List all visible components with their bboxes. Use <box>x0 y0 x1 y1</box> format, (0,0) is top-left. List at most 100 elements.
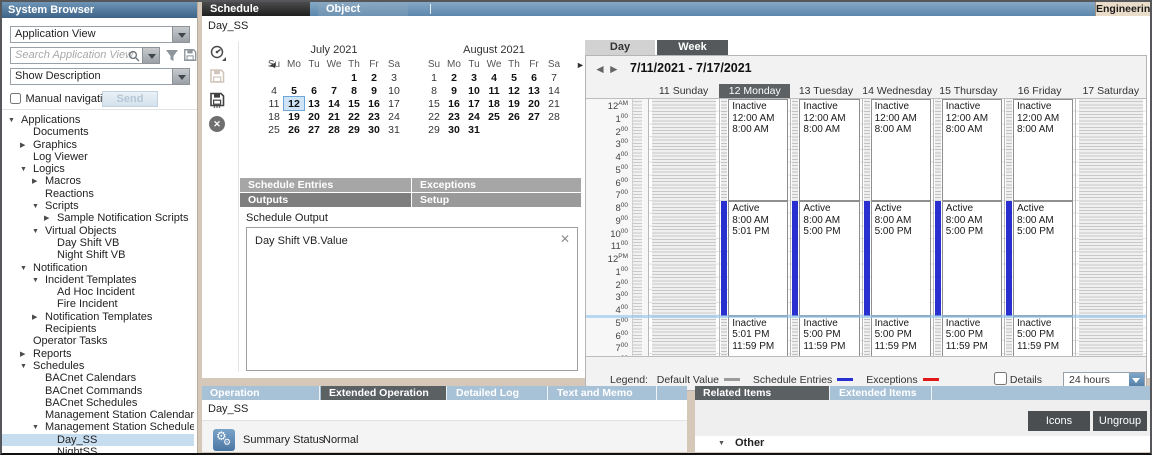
tab-outputs[interactable]: Outputs <box>240 193 411 207</box>
search-input[interactable]: Search Application View <box>10 47 143 64</box>
calendar-day[interactable]: 12 <box>284 97 304 110</box>
calendar-day[interactable]: 31 <box>464 123 484 136</box>
calendar-day[interactable]: 18 <box>264 110 284 123</box>
discard-icon[interactable]: ✕ <box>209 116 229 136</box>
description-select-arrow-icon[interactable] <box>172 68 190 85</box>
time-scale-arrow-icon[interactable] <box>1129 373 1144 387</box>
tree-item-bacnet-calendars[interactable]: BACnet Calendars <box>2 372 194 384</box>
calendar-day[interactable]: 29 <box>344 123 364 136</box>
calendar-day[interactable]: 14 <box>324 97 344 110</box>
tab-exceptions[interactable]: Exceptions <box>412 178 581 192</box>
tab-extended-items[interactable]: Extended Items <box>831 386 932 400</box>
calendar-day[interactable]: 3 <box>464 71 484 84</box>
calendar-day[interactable]: 1 <box>424 71 444 84</box>
calendar-day[interactable]: 30 <box>364 123 384 136</box>
calendar-day[interactable]: 8 <box>424 84 444 97</box>
calendar-day[interactable]: 5 <box>504 71 524 84</box>
calendar-day[interactable]: 25 <box>484 110 504 123</box>
tree-item-applications[interactable]: ▼Applications <box>2 114 194 126</box>
tab-extended-operation[interactable]: Extended Operation <box>321 386 447 400</box>
schedule-event-active[interactable]: Active8:00 AM5:00 PM <box>799 201 859 316</box>
tab-text-and-memo[interactable]: Text and Memo <box>549 386 657 400</box>
calendar-day[interactable]: 4 <box>264 84 284 97</box>
calendar-day[interactable]: 25 <box>264 123 284 136</box>
manual-navigation-checkbox[interactable] <box>10 93 21 104</box>
schedule-event-inactive[interactable]: Inactive5:01 PM11:59 PM <box>728 316 788 357</box>
tree-item-day-ss[interactable]: Day_SS <box>2 434 194 446</box>
calendar-day[interactable]: 12 <box>504 84 524 97</box>
search-icon[interactable] <box>128 50 140 62</box>
calendar-day[interactable]: 22 <box>344 110 364 123</box>
search-history-arrow-icon[interactable] <box>142 47 160 64</box>
view-select-arrow-icon[interactable] <box>172 26 190 43</box>
save-search-icon[interactable] <box>183 48 197 62</box>
calendar-day[interactable]: 15 <box>344 97 364 110</box>
tree-item-recipients[interactable]: Recipients <box>2 323 194 335</box>
calendar-day[interactable]: 15 <box>424 97 444 110</box>
week-next-icon[interactable]: ► <box>608 62 622 76</box>
calendar-day[interactable]: 11 <box>484 84 504 97</box>
calendar-day[interactable]: 10 <box>384 84 404 97</box>
tree-item-notification-templates[interactable]: ▶Notification Templates <box>2 311 194 323</box>
calendar-day[interactable]: 21 <box>544 97 564 110</box>
day-header-13-tuesday[interactable]: 13 Tuesday <box>790 84 861 98</box>
tree-item-documents[interactable]: Documents <box>2 126 194 138</box>
schedule-menu-icon[interactable] <box>209 44 229 64</box>
calendar-day[interactable]: 6 <box>304 84 324 97</box>
tab-schedule[interactable]: Schedule <box>202 2 310 16</box>
tree-item-log-viewer[interactable]: Log Viewer <box>2 151 194 163</box>
calendar-day[interactable]: 17 <box>464 97 484 110</box>
schedule-event-inactive[interactable]: Inactive12:00 AM8:00 AM <box>1013 99 1073 201</box>
calendar-day[interactable]: 22 <box>424 110 444 123</box>
day-header-17-saturday[interactable]: 17 Saturday <box>1075 84 1146 98</box>
tree-item-sample-notification-scripts[interactable]: ▶Sample Notification Scripts <box>2 212 194 224</box>
week-grid[interactable]: 12AM100200300400500600700800900100011001… <box>586 98 1146 357</box>
calendar-day[interactable]: 29 <box>424 123 444 136</box>
calendar-day[interactable]: 6 <box>524 71 544 84</box>
calendar-day[interactable]: 16 <box>364 97 384 110</box>
details-checkbox[interactable] <box>994 372 1007 385</box>
calendar-day[interactable]: 1 <box>344 71 364 84</box>
calendar-day[interactable]: 23 <box>364 110 384 123</box>
calendar-day[interactable]: 24 <box>464 110 484 123</box>
tree-item-reports[interactable]: ▶Reports <box>2 348 194 360</box>
schedule-event-inactive[interactable]: Inactive12:00 AM8:00 AM <box>799 99 859 201</box>
tree-item-virtual-objects[interactable]: ▼Virtual Objects <box>2 225 194 237</box>
tree-item-nightss[interactable]: NightSS <box>2 446 194 453</box>
day-header-11-sunday[interactable]: 11 Sunday <box>648 84 719 98</box>
calendar-day[interactable]: 14 <box>544 84 564 97</box>
schedule-event-active[interactable]: Active8:00 AM5:00 PM <box>942 201 1002 316</box>
calendar-day[interactable]: 17 <box>384 97 404 110</box>
calendar-day[interactable]: 10 <box>464 84 484 97</box>
schedule-event-inactive[interactable]: Inactive5:00 PM11:59 PM <box>871 316 931 357</box>
calendar-day[interactable]: 27 <box>524 110 544 123</box>
calendar-day[interactable]: 31 <box>384 123 404 136</box>
tree-item-night-shift-vb[interactable]: Night Shift VB <box>2 249 194 261</box>
tree-item-management-station-schedules[interactable]: ▼Management Station Schedules <box>2 421 194 433</box>
tree-item-graphics[interactable]: ▶Graphics <box>2 139 194 151</box>
tab-setup[interactable]: Setup <box>412 193 581 207</box>
day-header-12-monday[interactable]: 12 Monday <box>719 84 790 98</box>
calendar-day[interactable]: 11 <box>264 97 284 110</box>
tree-item-day-shift-vb[interactable]: Day Shift VB <box>2 237 194 249</box>
save-as-icon[interactable] <box>209 92 229 112</box>
calendar-day[interactable]: 2 <box>444 71 464 84</box>
tree-item-reactions[interactable]: Reactions <box>2 188 194 200</box>
calendar-day[interactable]: 7 <box>324 84 344 97</box>
calendar-day[interactable]: 9 <box>444 84 464 97</box>
calendar-day[interactable]: 13 <box>524 84 544 97</box>
day-header-16-friday[interactable]: 16 Friday <box>1004 84 1075 98</box>
calendar-day[interactable]: 24 <box>384 110 404 123</box>
calendar-day[interactable]: 26 <box>504 110 524 123</box>
tab-operation[interactable]: Operation <box>202 386 320 400</box>
remove-output-icon[interactable]: ✕ <box>560 232 570 246</box>
calendar-day[interactable]: 27 <box>304 123 324 136</box>
calendar-day[interactable]: 21 <box>324 110 344 123</box>
tab-detailed-log[interactable]: Detailed Log <box>448 386 548 400</box>
month-next-icon[interactable]: ► <box>576 60 585 70</box>
send-button[interactable]: Send <box>102 91 158 107</box>
calendar-day[interactable]: 19 <box>504 97 524 110</box>
calendar-day[interactable]: 3 <box>384 71 404 84</box>
tree-item-fire-incident[interactable]: Fire Incident <box>2 298 194 310</box>
calendar-day[interactable]: 8 <box>344 84 364 97</box>
